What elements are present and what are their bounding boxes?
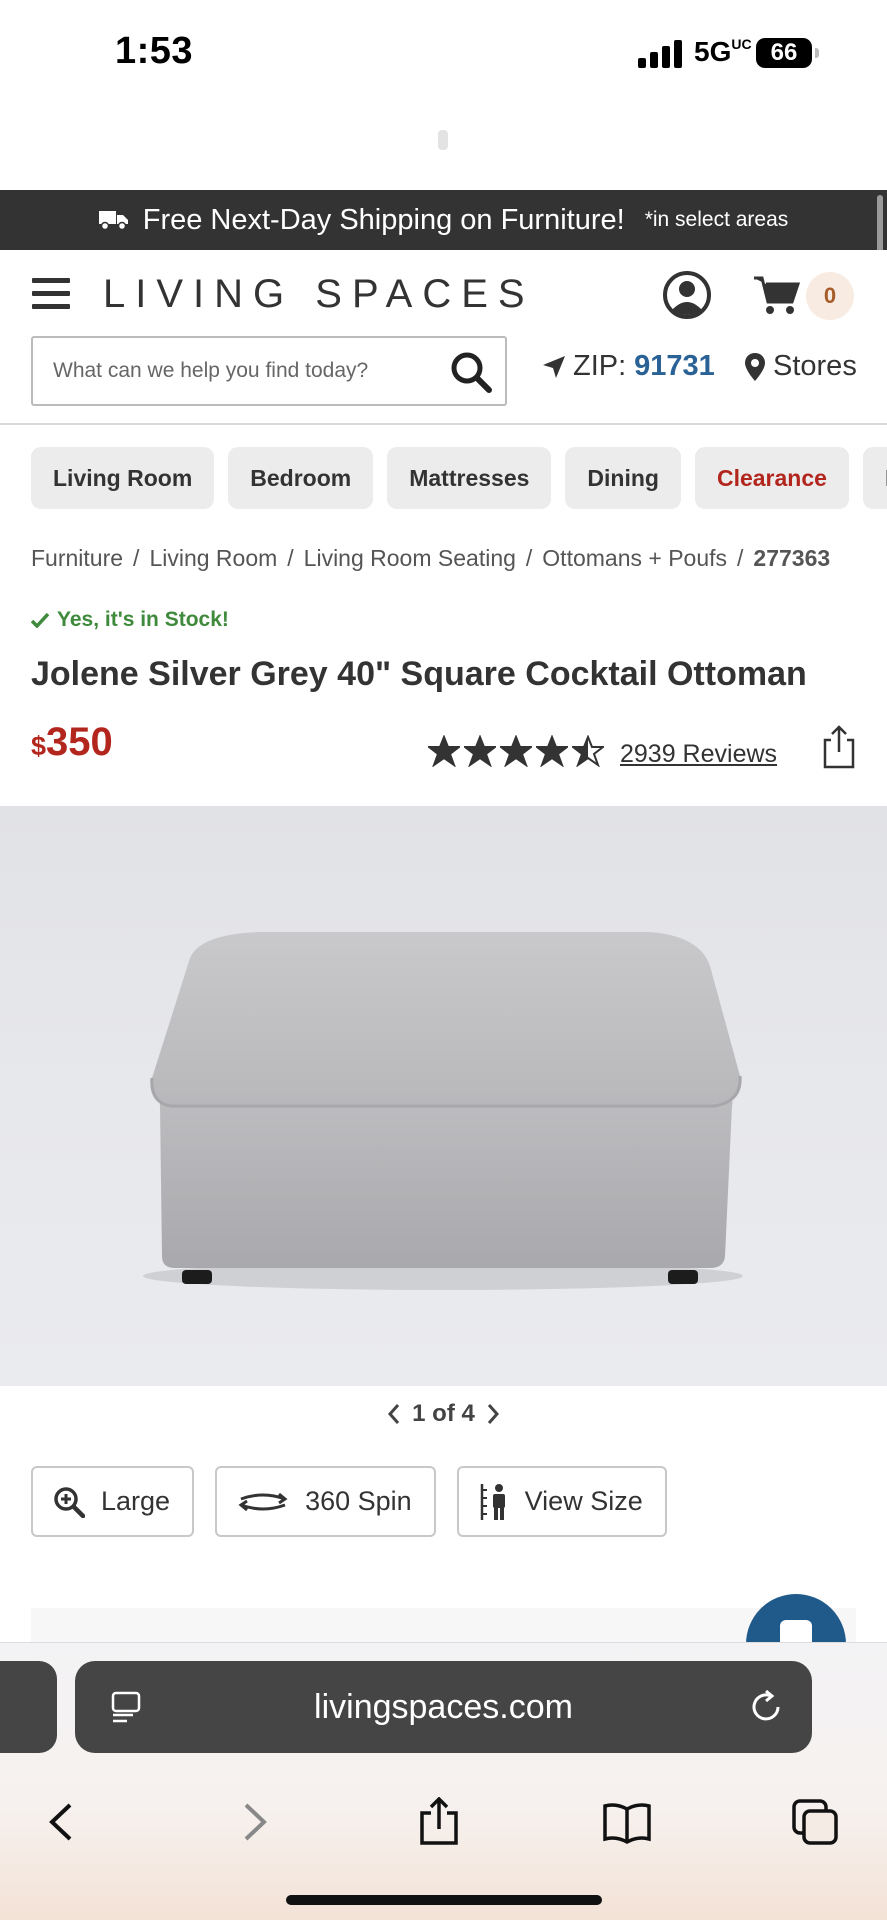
spin-360-label: 360 Spin [305, 1486, 412, 1516]
zip-value[interactable]: 91731 [634, 350, 715, 383]
share-sheet-icon[interactable] [414, 1797, 464, 1847]
shipping-banner-text: Free Next-Day Shipping on Furniture! [142, 203, 625, 236]
pager-text: 1 of 4 [412, 1400, 475, 1427]
breadcrumb-item[interactable]: Furniture [31, 545, 123, 571]
search-icon[interactable] [449, 350, 493, 394]
cart-icon[interactable] [752, 274, 800, 316]
tabs-icon[interactable] [790, 1797, 840, 1847]
previous-tab[interactable] [0, 1661, 57, 1753]
reader-icon[interactable] [111, 1691, 141, 1725]
network-type: 5GUC [694, 36, 752, 67]
chevron-right-icon[interactable] [485, 1403, 501, 1425]
image-pager: 1 of 4 [0, 1400, 887, 1428]
price-amount: 350 [46, 720, 113, 764]
hamburger-menu-icon[interactable] [32, 278, 70, 310]
category-mattresses[interactable]: Mattresses [387, 447, 552, 509]
ruler-person-icon [480, 1483, 505, 1520]
forward-icon[interactable] [228, 1797, 278, 1847]
view-size-button[interactable]: View Size [456, 1466, 667, 1537]
stock-status: Yes, it's in Stock! [31, 608, 229, 632]
breadcrumb: Furniture / Living Room / Living Room Seatin… [31, 545, 831, 571]
rating-stars[interactable] [428, 735, 604, 767]
page-loading-indicator [438, 130, 448, 150]
star-full-icon [536, 735, 568, 767]
shipping-banner[interactable]: Free Next-Day Shipping on Furniture! *in… [0, 190, 887, 250]
spin-360-button[interactable]: 360 Spin [215, 1466, 436, 1537]
site-header: LIVING SPACES 0 ZIP: 91731 Stores [0, 250, 887, 425]
category-nav: Living Room Bedroom Mattresses Dining Cl… [31, 447, 887, 509]
star-half-icon [572, 735, 604, 767]
status-bar: 1:53 5GUC 66 [0, 0, 887, 150]
reviews-link[interactable]: 2939 Reviews [620, 740, 777, 769]
stores-label: Stores [773, 350, 857, 382]
category-clearance[interactable]: Clearance [694, 447, 849, 509]
status-time: 1:53 [115, 30, 194, 72]
map-pin-icon [745, 352, 765, 381]
star-full-icon [464, 735, 496, 767]
cart-count-badge[interactable]: 0 [806, 272, 854, 320]
product-title: Jolene Silver Grey 40" Square Cocktail O… [31, 655, 807, 693]
breadcrumb-current: 277363 [753, 545, 831, 571]
zoom-in-icon [54, 1486, 85, 1518]
url-text: livingspaces.com [314, 1687, 573, 1726]
stock-text: Yes, it's in Stock! [57, 608, 229, 631]
truck-icon [98, 211, 128, 231]
home-indicator [286, 1895, 602, 1905]
search-input[interactable] [53, 359, 433, 383]
zip-selector[interactable]: ZIP: 91731 [541, 350, 715, 383]
account-icon[interactable] [662, 270, 712, 320]
breadcrumb-item[interactable]: Ottomans + Poufs [542, 545, 727, 571]
star-full-icon [500, 735, 532, 767]
search-box[interactable] [31, 336, 507, 406]
ottoman-image [143, 932, 743, 1290]
breadcrumb-item[interactable]: Living Room Seating [304, 545, 516, 571]
stores-link[interactable]: Stores [745, 350, 857, 383]
signal-icon [638, 40, 684, 68]
large-view-button[interactable]: Large [31, 1466, 195, 1537]
address-bar[interactable]: livingspaces.com [75, 1661, 812, 1753]
product-price: $350 [31, 720, 113, 765]
view-size-label: View Size [524, 1486, 643, 1516]
battery-icon: 66 [756, 38, 819, 68]
checkmark-icon [31, 612, 49, 628]
category-partial[interactable]: H [862, 447, 887, 509]
back-icon[interactable] [38, 1797, 88, 1847]
reload-icon[interactable] [748, 1689, 784, 1725]
shipping-banner-note: *in select areas [644, 208, 789, 231]
chevron-left-icon[interactable] [386, 1403, 402, 1425]
star-full-icon [428, 735, 460, 767]
large-view-label: Large [101, 1486, 171, 1516]
bookmarks-icon[interactable] [602, 1797, 652, 1847]
category-living-room[interactable]: Living Room [31, 447, 215, 509]
zip-label: ZIP: [573, 350, 627, 382]
spin-icon [238, 1492, 288, 1511]
location-arrow-icon [543, 355, 565, 378]
price-currency: $ [31, 731, 47, 761]
product-image[interactable] [0, 806, 887, 1386]
share-icon[interactable] [822, 724, 856, 770]
category-dining[interactable]: Dining [565, 447, 681, 509]
category-bedroom[interactable]: Bedroom [228, 447, 374, 509]
browser-toolbar: livingspaces.com [0, 1642, 887, 1920]
breadcrumb-item[interactable]: Living Room [149, 545, 277, 571]
image-tools: Large 360 Spin View Size [31, 1466, 667, 1537]
browser-nav-bar [0, 1781, 887, 1861]
site-logo[interactable]: LIVING SPACES [103, 272, 535, 317]
